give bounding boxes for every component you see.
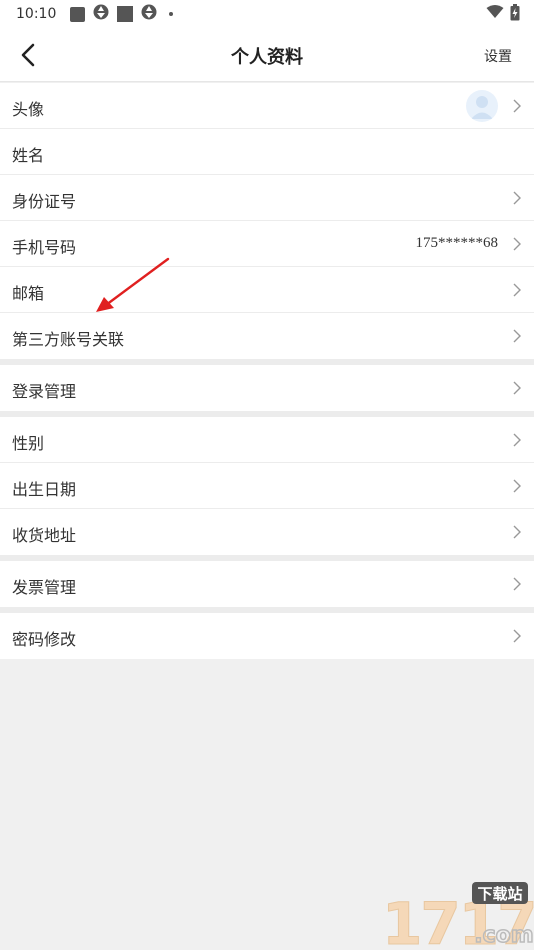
notification-app-icon bbox=[70, 6, 86, 22]
svg-text:.com: .com bbox=[474, 923, 533, 948]
chevron-right-icon bbox=[513, 381, 521, 395]
row-label: 出生日期 bbox=[12, 480, 77, 499]
row-birthday[interactable]: 出生日期 bbox=[0, 463, 534, 509]
row-gender[interactable]: 性别 bbox=[0, 417, 534, 463]
default-user-icon bbox=[471, 96, 493, 119]
row-label: 登录管理 bbox=[12, 382, 77, 401]
chevron-right-icon bbox=[513, 283, 521, 297]
row-label: 手机号码 bbox=[12, 238, 77, 257]
status-time: 10:10 bbox=[16, 6, 57, 22]
app-header: 个人资料 设置 bbox=[0, 28, 534, 82]
notification-stop-icon bbox=[117, 6, 134, 22]
row-label: 头像 bbox=[12, 100, 45, 119]
row-label: 第三方账号关联 bbox=[12, 330, 125, 349]
chevron-right-icon bbox=[513, 99, 521, 113]
row-label: 姓名 bbox=[12, 146, 45, 165]
row-label: 收货地址 bbox=[12, 526, 77, 545]
page-title: 个人资料 bbox=[231, 47, 303, 68]
row-avatar[interactable]: 头像 bbox=[0, 83, 534, 129]
row-change-password[interactable]: 密码修改 bbox=[0, 613, 534, 659]
chevron-right-icon bbox=[513, 191, 521, 205]
row-id-number[interactable]: 身份证号 bbox=[0, 175, 534, 221]
more-notifications-dot-icon bbox=[169, 12, 174, 16]
row-third-party-accounts[interactable]: 第三方账号关联 bbox=[0, 313, 534, 359]
profile-list: 头像 姓名 身份证号 手机号码 175******68 邮箱 第三方账号关联 登… bbox=[0, 83, 534, 659]
row-label: 身份证号 bbox=[12, 192, 77, 211]
battery-icon bbox=[510, 3, 520, 25]
row-name[interactable]: 姓名 bbox=[0, 129, 534, 175]
row-shipping-address[interactable]: 收货地址 bbox=[0, 509, 534, 555]
row-login-management[interactable]: 登录管理 bbox=[0, 365, 534, 411]
status-bar: 10:10 bbox=[0, 0, 534, 28]
row-email[interactable]: 邮箱 bbox=[0, 267, 534, 313]
row-label: 性别 bbox=[12, 434, 45, 453]
notification-aperture-icon bbox=[93, 4, 109, 24]
row-invoice-management[interactable]: 发票管理 bbox=[0, 561, 534, 607]
row-phone[interactable]: 手机号码 175******68 bbox=[0, 221, 534, 267]
phone-value: 175******68 bbox=[415, 235, 499, 251]
chevron-right-icon bbox=[513, 237, 521, 251]
site-watermark-logo: 17178 下载站 .com bbox=[382, 882, 534, 950]
chevron-right-icon bbox=[513, 329, 521, 343]
chevron-right-icon bbox=[513, 629, 521, 643]
row-label: 邮箱 bbox=[12, 284, 45, 303]
chevron-right-icon bbox=[513, 577, 521, 591]
chevron-right-icon bbox=[513, 479, 521, 493]
wifi-icon bbox=[486, 5, 504, 23]
settings-button[interactable]: 设置 bbox=[484, 46, 512, 66]
chevron-right-icon bbox=[513, 525, 521, 539]
avatar bbox=[466, 90, 498, 122]
notification-aperture-icon-2 bbox=[141, 4, 157, 24]
screen: 10:10 个人资料 设置 头像 姓名 身份证号 手机号码 175******6… bbox=[0, 0, 534, 950]
row-label: 密码修改 bbox=[12, 630, 77, 649]
svg-text:下载站: 下载站 bbox=[477, 885, 522, 903]
row-label: 发票管理 bbox=[12, 578, 77, 597]
chevron-right-icon bbox=[513, 433, 521, 447]
